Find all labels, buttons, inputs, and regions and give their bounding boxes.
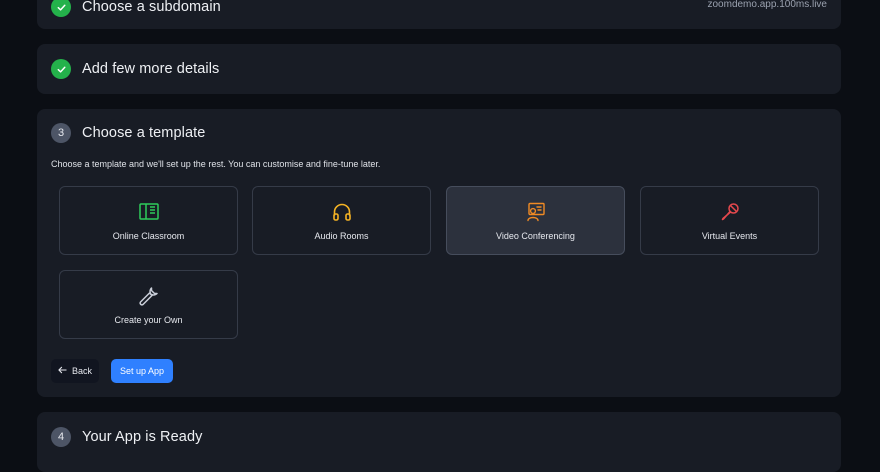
step-number-badge: 3: [51, 123, 71, 143]
book-icon: [138, 201, 159, 223]
step-title: Choose a subdomain: [82, 0, 221, 15]
step-title: Choose a template: [82, 125, 206, 141]
template-virtual-events[interactable]: Virtual Events: [640, 186, 819, 255]
wrench-icon: [138, 285, 159, 307]
template-label: Audio Rooms: [314, 231, 369, 241]
step-number-badge: 4: [51, 427, 71, 447]
step-header: Add few more details: [51, 59, 219, 79]
set-up-app-button[interactable]: Set up App: [111, 359, 173, 383]
back-button-label: Back: [71, 366, 92, 376]
template-label: Video Conferencing: [496, 231, 575, 241]
template-create-your-own[interactable]: Create your Own: [59, 270, 238, 339]
arrow-left-icon: [58, 366, 67, 376]
step-header: 3 Choose a template: [51, 123, 205, 143]
template-label: Virtual Events: [701, 231, 758, 241]
set-up-app-label: Set up App: [119, 366, 165, 376]
presenter-icon: [526, 201, 546, 223]
step-card-subdomain[interactable]: Choose a subdomain zoomdemo.app.100ms.li…: [37, 0, 841, 29]
step-title: Add few more details: [82, 61, 220, 77]
back-button[interactable]: Back: [51, 359, 99, 383]
subdomain-value: zoomdemo.app.100ms.live: [707, 0, 827, 10]
check-icon: [51, 59, 71, 79]
template-online-classroom[interactable]: Online Classroom: [59, 186, 238, 255]
step-card-ready[interactable]: 4 Your App is Ready: [37, 412, 841, 472]
template-label: Create your Own: [114, 315, 183, 325]
step-title: Your App is Ready: [82, 429, 203, 445]
step-header: Choose a subdomain: [51, 0, 221, 17]
template-label: Online Classroom: [112, 231, 185, 241]
microphone-icon: [720, 201, 740, 223]
template-video-conferencing[interactable]: Video Conferencing: [446, 186, 625, 255]
template-audio-rooms[interactable]: Audio Rooms: [252, 186, 431, 255]
check-icon: [51, 0, 71, 17]
step-card-details[interactable]: Add few more details: [37, 44, 841, 94]
headphones-icon: [332, 201, 352, 223]
step-card-template: 3 Choose a template Choose a template an…: [37, 109, 841, 397]
step-header: 4 Your App is Ready: [51, 427, 202, 447]
step-description: Choose a template and we'll set up the r…: [51, 159, 381, 169]
